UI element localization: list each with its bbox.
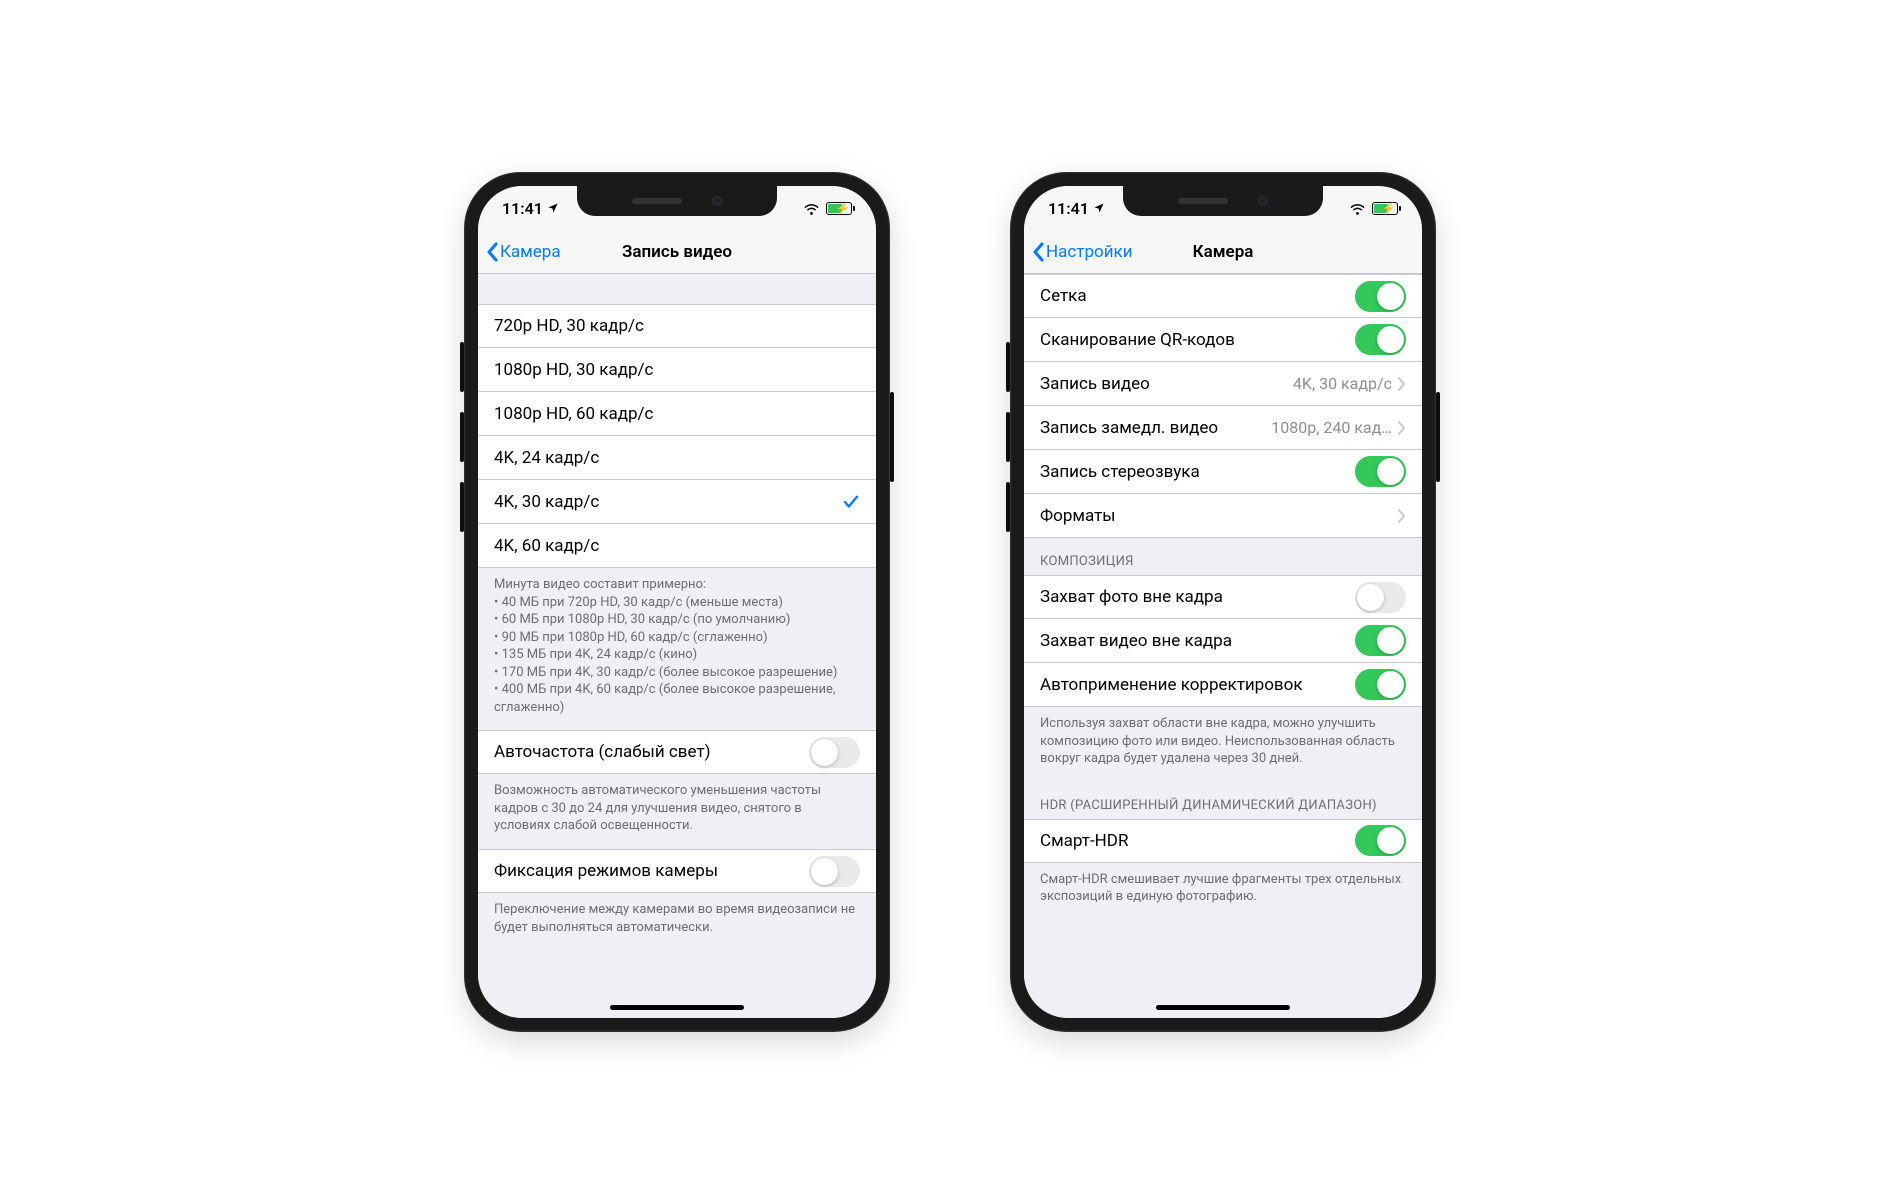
home-indicator[interactable]	[1156, 1005, 1290, 1010]
hdr-footer: Смарт-HDR смешивает лучшие фрагменты тре…	[1024, 863, 1422, 920]
auto-apply-toggle[interactable]	[1355, 669, 1406, 700]
formats-row[interactable]: Форматы	[1024, 494, 1422, 538]
notch	[1123, 186, 1323, 216]
record-slomo-detail: 1080p, 240 кад…	[1271, 418, 1392, 437]
record-slomo-row[interactable]: Запись замедл. видео 1080p, 240 кад…	[1024, 406, 1422, 450]
photo-outside-toggle[interactable]	[1355, 582, 1406, 613]
qr-row[interactable]: Сканирование QR-кодов	[1024, 318, 1422, 362]
navbar-title: Камера	[1193, 242, 1254, 262]
wifi-icon	[803, 202, 820, 215]
record-video-row[interactable]: Запись видео 4K, 30 кадр/с	[1024, 362, 1422, 406]
composition-header: КОМПОЗИЦИЯ	[1024, 538, 1422, 575]
status-time: 11:41	[502, 199, 543, 218]
stereo-toggle[interactable]	[1355, 456, 1406, 487]
chevron-right-icon	[1398, 509, 1406, 523]
photo-outside-row[interactable]: Захват фото вне кадра	[1024, 575, 1422, 619]
battery-icon: ⚡	[1372, 202, 1398, 215]
battery-icon: ⚡	[826, 202, 852, 215]
composition-footer: Используя захват области вне кадра, можн…	[1024, 707, 1422, 782]
location-icon	[1093, 202, 1105, 214]
content[interactable]: Сетка Сканирование QR-кодов Запись видео…	[1024, 274, 1422, 1018]
chevron-right-icon	[1398, 377, 1406, 391]
screen: 11:41 ⚡ Настройки Камера Сетка Сканирова…	[1024, 186, 1422, 1018]
chevron-back-icon	[486, 242, 498, 262]
navbar: Камера Запись видео	[478, 230, 876, 274]
smart-hdr-row[interactable]: Смарт-HDR	[1024, 819, 1422, 863]
option-4k-60[interactable]: 4K, 60 кадр/с	[478, 524, 876, 568]
notch	[577, 186, 777, 216]
chevron-right-icon	[1398, 421, 1406, 435]
status-time: 11:41	[1048, 199, 1089, 218]
hdr-header: HDR (РАСШИРЕННЫЙ ДИНАМИЧЕСКИЙ ДИАПАЗОН)	[1024, 782, 1422, 819]
back-label: Настройки	[1046, 242, 1133, 262]
auto-fps-row[interactable]: Авточастота (слабый свет)	[478, 730, 876, 774]
option-720p-30[interactable]: 720p HD, 30 кадр/с	[478, 304, 876, 348]
location-icon	[547, 202, 559, 214]
auto-fps-label: Авточастота (слабый свет)	[494, 742, 711, 762]
phone-left: 11:41 ⚡ Камера Запись видео 720p HD, 30 …	[464, 172, 890, 1032]
grid-row[interactable]: Сетка	[1024, 274, 1422, 318]
option-4k-24[interactable]: 4K, 24 кадр/с	[478, 436, 876, 480]
chevron-back-icon	[1032, 242, 1044, 262]
auto-fps-footer: Возможность автоматического уменьшения ч…	[478, 774, 876, 849]
back-label: Камера	[500, 242, 561, 262]
stereo-row[interactable]: Запись стереозвука	[1024, 450, 1422, 494]
checkmark-icon	[842, 493, 860, 511]
grid-toggle[interactable]	[1355, 281, 1406, 312]
size-footer: Минута видео составит примерно: • 40 МБ …	[478, 568, 876, 730]
back-button[interactable]: Камера	[486, 242, 561, 262]
navbar: Настройки Камера	[1024, 230, 1422, 274]
navbar-title: Запись видео	[622, 242, 732, 262]
lock-camera-footer: Переключение между камерами во время вид…	[478, 893, 876, 950]
lock-camera-toggle[interactable]	[809, 856, 860, 887]
video-outside-row[interactable]: Захват видео вне кадра	[1024, 619, 1422, 663]
option-1080p-30[interactable]: 1080p HD, 30 кадр/с	[478, 348, 876, 392]
smart-hdr-toggle[interactable]	[1355, 825, 1406, 856]
back-button[interactable]: Настройки	[1032, 242, 1133, 262]
lock-camera-label: Фиксация режимов камеры	[494, 861, 718, 881]
content[interactable]: 720p HD, 30 кадр/с 1080p HD, 30 кадр/с 1…	[478, 274, 876, 1018]
wifi-icon	[1349, 202, 1366, 215]
video-outside-toggle[interactable]	[1355, 625, 1406, 656]
qr-toggle[interactable]	[1355, 324, 1406, 355]
auto-fps-toggle[interactable]	[809, 737, 860, 768]
lock-camera-row[interactable]: Фиксация режимов камеры	[478, 849, 876, 893]
screen: 11:41 ⚡ Камера Запись видео 720p HD, 30 …	[478, 186, 876, 1018]
auto-apply-row[interactable]: Автоприменение корректировок	[1024, 663, 1422, 707]
home-indicator[interactable]	[610, 1005, 744, 1010]
record-video-detail: 4K, 30 кадр/с	[1293, 374, 1392, 393]
option-1080p-60[interactable]: 1080p HD, 60 кадр/с	[478, 392, 876, 436]
option-4k-30[interactable]: 4K, 30 кадр/с	[478, 480, 876, 524]
phone-right: 11:41 ⚡ Настройки Камера Сетка Сканирова…	[1010, 172, 1436, 1032]
